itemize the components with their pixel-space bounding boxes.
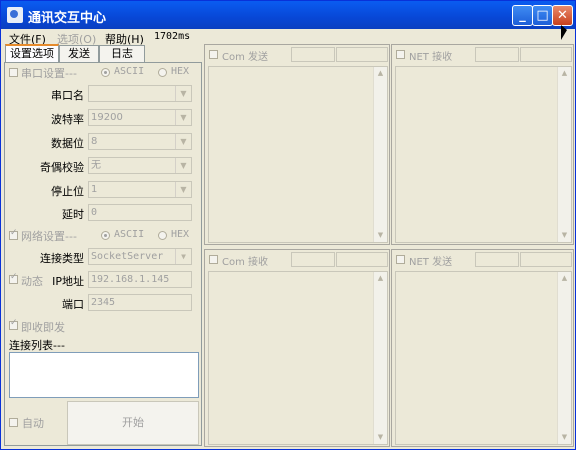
delay-label: 延时 xyxy=(62,208,84,221)
network-enable-checkbox[interactable] xyxy=(9,228,18,240)
dropdown-arrow-icon: ▼ xyxy=(175,158,191,173)
port-name-label: 串口名 xyxy=(51,89,84,102)
main-window: 通讯交互中心 _ □ ✕ 文件(F) 选项(O) 帮助(H) 1702ms 设置… xyxy=(0,0,576,450)
app-icon xyxy=(7,7,23,23)
port-label: 端口 xyxy=(62,298,84,311)
connection-list[interactable] xyxy=(9,352,199,398)
scroll-up-icon[interactable]: ▲ xyxy=(374,67,387,80)
connection-list-label: 连接列表--- xyxy=(9,339,65,352)
com-send-scrollbar[interactable]: ▲ ▼ xyxy=(373,67,387,242)
com-recv-scrollbar[interactable]: ▲ ▼ xyxy=(373,272,387,444)
port-input[interactable]: 2345 xyxy=(88,294,192,311)
scroll-down-icon[interactable]: ▼ xyxy=(374,431,387,444)
tab-send[interactable]: 发送 xyxy=(59,45,99,62)
ip-label: IP地址 xyxy=(52,275,84,288)
dropdown-arrow-icon: ▼ xyxy=(175,110,191,125)
settings-panel: 串口设置--- ASCII HEX 串口名 ▼ 波特率 19200 ▼ 数据位 8… xyxy=(4,62,202,446)
net-recv-checkbox[interactable] xyxy=(396,50,405,59)
com-send-header: Com 发送 xyxy=(222,52,269,63)
net-send-scrollbar[interactable]: ▲ ▼ xyxy=(557,272,571,444)
baud-rate-select[interactable]: 19200 ▼ xyxy=(88,109,192,126)
ip-input[interactable]: 192.168.1.145 xyxy=(88,271,192,288)
serial-hex-radio[interactable] xyxy=(158,68,167,77)
port-name-select[interactable]: ▼ xyxy=(88,85,192,102)
mouse-cursor-icon xyxy=(561,25,567,40)
net-recv-scrollbar[interactable]: ▲ ▼ xyxy=(557,67,571,242)
start-button[interactable]: 开始 xyxy=(67,401,199,445)
net-send-header: NET 发送 xyxy=(409,257,453,268)
data-bits-select[interactable]: 8 ▼ xyxy=(88,133,192,150)
net-recv-status-a xyxy=(475,47,519,62)
com-recv-status-b xyxy=(336,252,388,267)
com-recv-pane: Com 接收 ▲ ▼ xyxy=(204,249,390,447)
dropdown-arrow-icon: ▼ xyxy=(175,249,191,264)
com-send-pane: Com 发送 ▲ ▼ xyxy=(204,44,390,245)
scroll-down-icon[interactable]: ▼ xyxy=(374,229,387,242)
network-hex-radio[interactable] xyxy=(158,231,167,240)
stop-bits-select[interactable]: 1 ▼ xyxy=(88,181,192,198)
com-recv-textarea[interactable]: ▲ ▼ xyxy=(208,271,388,445)
conn-type-select[interactable]: SocketServer ▼ xyxy=(88,248,192,265)
com-send-textarea[interactable]: ▲ ▼ xyxy=(208,66,388,243)
instant-send-checkbox[interactable] xyxy=(9,318,18,330)
net-recv-pane: NET 接收 ▲ ▼ xyxy=(391,44,574,245)
net-send-checkbox[interactable] xyxy=(396,255,405,264)
minimize-button[interactable]: _ xyxy=(512,5,533,26)
scroll-up-icon[interactable]: ▲ xyxy=(558,272,571,285)
serial-hex-label: HEX xyxy=(171,66,190,77)
latency-readout: 1702ms xyxy=(154,31,191,42)
com-send-status-b xyxy=(336,47,388,62)
serial-header: 串口设置--- xyxy=(21,67,77,80)
auto-label: 自动 xyxy=(22,417,44,430)
instant-send-label: 即收即发 xyxy=(21,321,65,334)
com-send-status-a xyxy=(291,47,335,62)
dynamic-label: 动态 xyxy=(21,275,43,288)
network-ascii-label: ASCII xyxy=(114,229,145,240)
baud-rate-label: 波特率 xyxy=(51,113,84,126)
net-recv-header: NET 接收 xyxy=(409,52,453,63)
com-recv-checkbox[interactable] xyxy=(209,255,218,264)
close-button[interactable]: ✕ xyxy=(552,5,573,26)
dropdown-arrow-icon: ▼ xyxy=(175,182,191,197)
net-send-status-a xyxy=(475,252,519,267)
network-ascii-radio[interactable] xyxy=(101,231,110,240)
dynamic-checkbox[interactable] xyxy=(9,272,18,284)
com-send-checkbox[interactable] xyxy=(209,50,218,59)
com-recv-status-a xyxy=(291,252,335,267)
parity-label: 奇偶校验 xyxy=(40,161,84,174)
parity-select[interactable]: 无 ▼ xyxy=(88,157,192,174)
net-send-status-b xyxy=(520,252,572,267)
title-bar[interactable]: 通讯交互中心 _ □ ✕ xyxy=(1,1,575,29)
dropdown-arrow-icon: ▼ xyxy=(175,134,191,149)
scroll-down-icon[interactable]: ▼ xyxy=(558,229,571,242)
tab-settings[interactable]: 设置选项 xyxy=(5,44,59,63)
scroll-up-icon[interactable]: ▲ xyxy=(374,272,387,285)
network-hex-label: HEX xyxy=(171,229,190,240)
data-bits-label: 数据位 xyxy=(51,137,84,150)
net-send-pane: NET 发送 ▲ ▼ xyxy=(391,249,574,447)
tab-log[interactable]: 日志 xyxy=(99,45,145,62)
auto-checkbox[interactable] xyxy=(9,418,18,427)
stop-bits-label: 停止位 xyxy=(51,185,84,198)
serial-ascii-radio[interactable] xyxy=(101,68,110,77)
serial-ascii-label: ASCII xyxy=(114,66,145,77)
delay-input[interactable]: 0 xyxy=(88,204,192,221)
scroll-down-icon[interactable]: ▼ xyxy=(558,431,571,444)
net-recv-status-b xyxy=(520,47,572,62)
dropdown-arrow-icon: ▼ xyxy=(175,86,191,101)
serial-enable-checkbox[interactable] xyxy=(9,68,18,77)
maximize-button[interactable]: □ xyxy=(532,5,553,26)
window-title: 通讯交互中心 xyxy=(28,11,107,26)
com-recv-header: Com 接收 xyxy=(222,257,269,268)
conn-type-label: 连接类型 xyxy=(40,252,84,265)
scroll-up-icon[interactable]: ▲ xyxy=(558,67,571,80)
net-send-textarea[interactable]: ▲ ▼ xyxy=(395,271,572,445)
network-header: 网络设置--- xyxy=(21,230,77,243)
net-recv-textarea[interactable]: ▲ ▼ xyxy=(395,66,572,243)
